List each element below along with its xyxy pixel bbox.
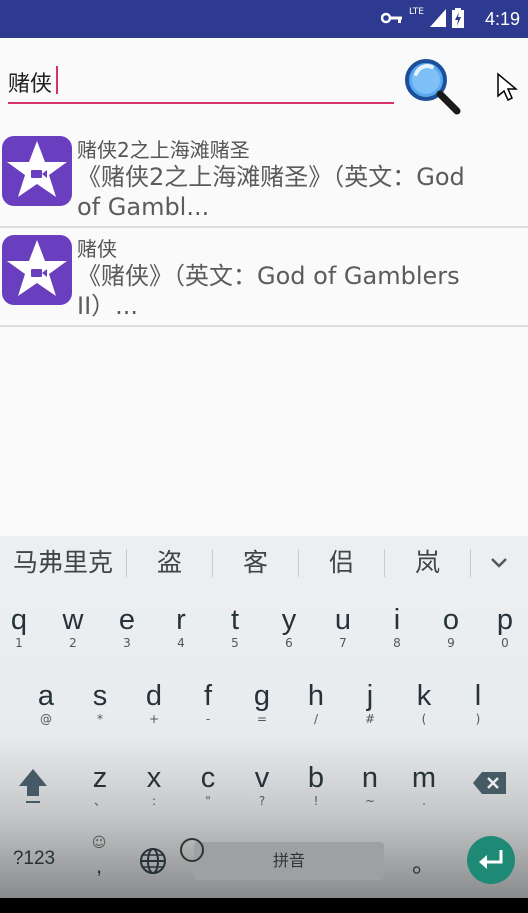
key-e[interactable]: e3 xyxy=(108,604,146,650)
result-description-line: 《赌侠2之上海滩赌圣》（英文：God xyxy=(77,163,465,191)
key-y[interactable]: y6 xyxy=(270,604,308,650)
candidate-word[interactable]: 盗 xyxy=(127,536,212,590)
status-icons: LTE xyxy=(381,7,464,28)
key-m[interactable]: m. xyxy=(405,762,443,808)
list-item[interactable]: 赌侠2之上海滩赌圣 《赌侠2之上海滩赌圣》（英文：God of Gambl... xyxy=(0,130,528,228)
key-p[interactable]: p0 xyxy=(486,604,524,650)
search-input[interactable] xyxy=(8,62,394,104)
key-j[interactable]: j # xyxy=(351,680,389,726)
battery-charging-icon xyxy=(452,8,464,28)
key-x[interactable]: x: xyxy=(135,762,173,808)
touch-indicator-icon xyxy=(180,838,204,862)
key-g[interactable]: g = xyxy=(243,680,281,726)
candidate-word[interactable]: 岚 xyxy=(385,536,470,590)
symbols-key[interactable]: ?123 xyxy=(4,848,64,870)
key-a[interactable]: a @ xyxy=(27,680,65,726)
status-bar: LTE 4:19 xyxy=(0,0,528,38)
result-description-line: II）... xyxy=(77,292,139,320)
key-l[interactable]: l) xyxy=(459,680,497,726)
key-i[interactable]: i8 xyxy=(378,604,416,650)
network-type: LTE xyxy=(409,7,424,17)
key-q[interactable]: q1 xyxy=(0,604,38,650)
shift-icon[interactable] xyxy=(16,766,50,806)
movie-app-icon xyxy=(2,235,72,305)
key-w[interactable]: w2 xyxy=(54,604,92,650)
star-icon xyxy=(7,141,67,197)
key-s[interactable]: s * xyxy=(81,680,119,726)
search-button[interactable] xyxy=(402,56,462,116)
result-description-line: of Gambl... xyxy=(77,193,210,221)
mouse-pointer-icon xyxy=(497,72,518,102)
key-t[interactable]: t5 xyxy=(216,604,254,650)
candidate-word[interactable]: 客 xyxy=(213,536,298,590)
key-b[interactable]: b! xyxy=(297,762,335,808)
space-key[interactable]: 拼音 xyxy=(194,842,384,880)
key-u[interactable]: u7 xyxy=(324,604,362,650)
clock: 4:19 xyxy=(484,9,520,29)
key-z[interactable]: z、 xyxy=(81,762,119,808)
key-r[interactable]: r4 xyxy=(162,604,200,650)
enter-button[interactable] xyxy=(467,836,515,884)
globe-icon[interactable] xyxy=(139,847,167,875)
key-f[interactable]: f- xyxy=(189,680,227,726)
key-d[interactable]: d + xyxy=(135,680,173,726)
result-description: 《赌侠2之上海滩赌圣》（英文：God of Gambl... xyxy=(77,162,517,222)
list-item[interactable]: 赌侠 《赌侠》（英文：God of Gamblers II）... xyxy=(0,229,528,327)
key-c[interactable]: c " xyxy=(189,762,227,808)
result-title: 赌侠2之上海滩赌圣 xyxy=(77,138,250,162)
key-v[interactable]: v? xyxy=(243,762,281,808)
candidate-word[interactable]: 马弗里克 xyxy=(0,536,126,590)
navigation-bar xyxy=(0,898,528,913)
enter-icon xyxy=(479,850,503,869)
ime-candidate-bar: 马弗里克 盗 客 侣 岚 xyxy=(0,536,528,590)
soft-keyboard: q1 w2 e3 r4 t5 y6 u7 i8 o9 p0 a @ s * d + f… xyxy=(0,590,528,913)
vpn-key-icon xyxy=(381,12,403,24)
search-bar xyxy=(0,38,528,130)
candidate-word[interactable]: 侣 xyxy=(299,536,384,590)
chevron-down-icon[interactable] xyxy=(471,536,526,590)
backspace-icon[interactable] xyxy=(472,770,508,796)
text-caret xyxy=(56,66,58,94)
key-n[interactable]: n ~ xyxy=(351,762,389,808)
result-title: 赌侠 xyxy=(77,237,117,261)
result-description-line: 《赌侠》（英文：God of Gamblers xyxy=(77,262,460,290)
result-description: 《赌侠》（英文：God of Gamblers II）... xyxy=(77,261,517,321)
comma-key[interactable]: ☺, xyxy=(84,836,114,882)
signal-icon xyxy=(430,9,446,27)
period-key[interactable]: 。 xyxy=(405,844,443,879)
key-k[interactable]: k( xyxy=(405,680,443,726)
movie-app-icon xyxy=(2,136,72,206)
key-h[interactable]: h / xyxy=(297,680,335,726)
star-icon xyxy=(7,240,67,296)
key-o[interactable]: o9 xyxy=(432,604,470,650)
